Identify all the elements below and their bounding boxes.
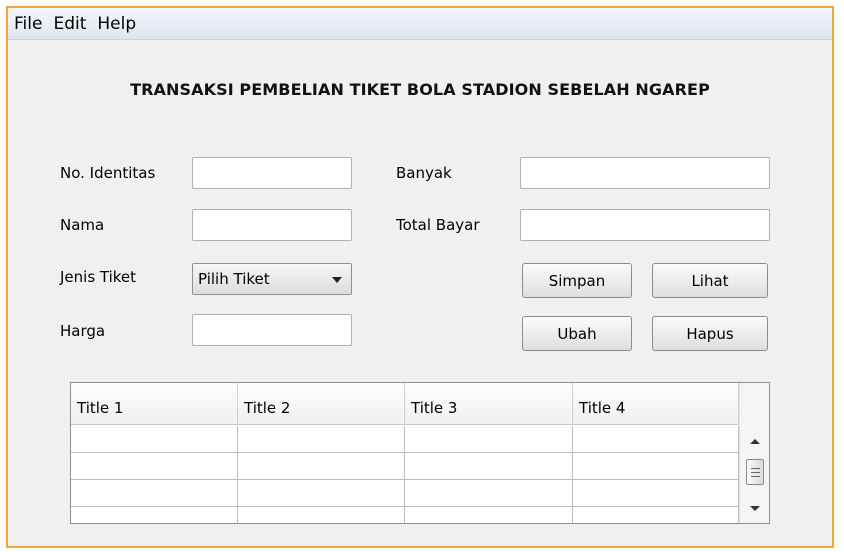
- table-cell[interactable]: [573, 480, 739, 506]
- menu-bar: File Edit Help: [8, 8, 832, 40]
- column-header-4[interactable]: Title 4: [573, 383, 739, 425]
- grip-line: [751, 476, 760, 477]
- data-table[interactable]: Title 1 Title 2 Title 3 Title 4: [70, 382, 770, 524]
- jenis-tiket-selected: Pilih Tiket: [198, 270, 270, 288]
- grip-line: [751, 472, 760, 473]
- table-cell[interactable]: [238, 507, 405, 523]
- table-cell[interactable]: [405, 453, 573, 479]
- table-cell[interactable]: [238, 453, 405, 479]
- nama-input[interactable]: [192, 209, 352, 241]
- scrollbar-thumb[interactable]: [746, 459, 764, 485]
- scroll-up-icon[interactable]: [750, 439, 760, 444]
- table-cell[interactable]: [71, 426, 238, 452]
- table-row[interactable]: [71, 480, 739, 507]
- table-cell[interactable]: [71, 453, 238, 479]
- menu-file[interactable]: File: [14, 14, 42, 34]
- menu-help[interactable]: Help: [97, 14, 136, 34]
- chevron-down-icon: [332, 277, 342, 283]
- column-header-1[interactable]: Title 1: [71, 383, 238, 425]
- column-header-3[interactable]: Title 3: [405, 383, 573, 425]
- simpan-button[interactable]: Simpan: [522, 263, 632, 298]
- table-body: [71, 426, 739, 523]
- table-row[interactable]: [71, 453, 739, 480]
- jenis-tiket-select[interactable]: Pilih Tiket: [192, 263, 352, 295]
- label-total-bayar: Total Bayar: [396, 216, 480, 234]
- form-title: TRANSAKSI PEMBELIAN TIKET BOLA STADION S…: [130, 80, 710, 99]
- label-banyak: Banyak: [396, 164, 452, 182]
- table-cell[interactable]: [71, 507, 238, 523]
- column-header-2[interactable]: Title 2: [238, 383, 405, 425]
- ubah-button[interactable]: Ubah: [522, 316, 632, 351]
- label-harga: Harga: [60, 322, 106, 340]
- table-cell[interactable]: [405, 480, 573, 506]
- table-cell[interactable]: [573, 453, 739, 479]
- app-window: File Edit Help TRANSAKSI PEMBELIAN TIKET…: [6, 6, 834, 548]
- table-cell[interactable]: [573, 507, 739, 523]
- harga-input[interactable]: [192, 314, 352, 346]
- label-identitas: No. Identitas: [60, 164, 156, 182]
- label-jenis-tiket: Jenis Tiket: [60, 268, 137, 286]
- table-cell[interactable]: [238, 480, 405, 506]
- grip-line: [751, 468, 760, 469]
- table-cell[interactable]: [573, 426, 739, 452]
- vertical-scrollbar[interactable]: [739, 383, 769, 523]
- menu-edit[interactable]: Edit: [53, 14, 86, 34]
- hapus-button[interactable]: Hapus: [652, 316, 768, 351]
- identitas-input[interactable]: [192, 157, 352, 189]
- label-nama: Nama: [60, 216, 105, 234]
- table-cell[interactable]: [238, 426, 405, 452]
- banyak-input[interactable]: [520, 157, 770, 189]
- table-cell[interactable]: [405, 426, 573, 452]
- table-header: Title 1 Title 2 Title 3 Title 4: [71, 383, 739, 425]
- table-cell[interactable]: [71, 480, 238, 506]
- scroll-down-icon[interactable]: [750, 506, 760, 511]
- table-cell[interactable]: [405, 507, 573, 523]
- lihat-button[interactable]: Lihat: [652, 263, 768, 298]
- table-row[interactable]: [71, 507, 739, 523]
- total-bayar-input[interactable]: [520, 209, 770, 241]
- table-row[interactable]: [71, 426, 739, 453]
